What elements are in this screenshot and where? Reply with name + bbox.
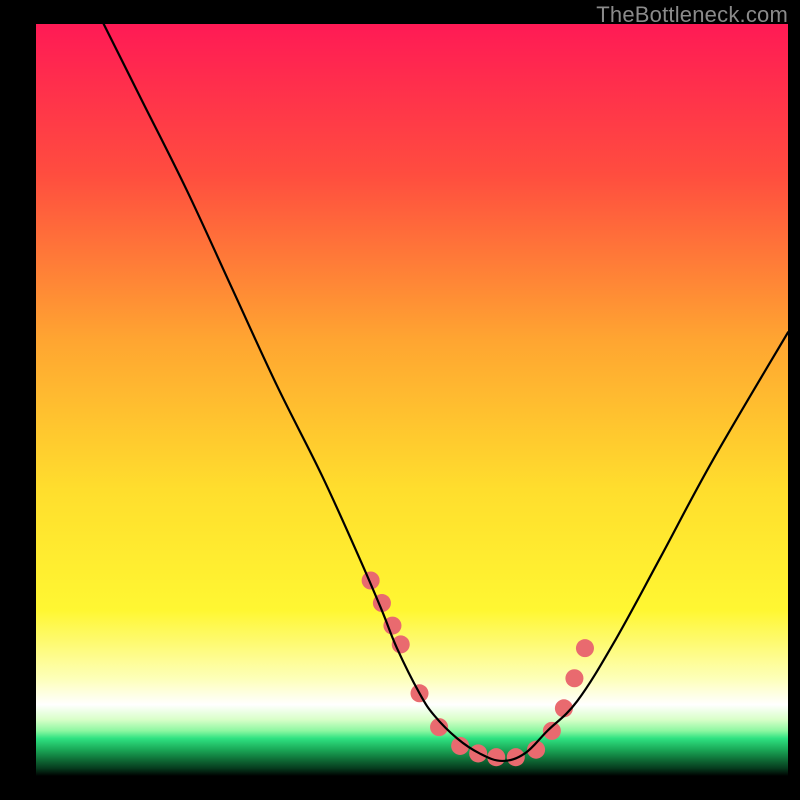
watermark-text: TheBottleneck.com <box>596 2 788 28</box>
bottleneck-curve <box>104 24 788 761</box>
marker-dot <box>543 722 561 740</box>
plot-area <box>36 24 788 776</box>
marker-dot <box>576 639 594 657</box>
marker-dot <box>565 669 583 687</box>
marker-dot <box>362 571 380 589</box>
chart-layer <box>36 24 788 776</box>
highlight-markers <box>362 571 594 766</box>
